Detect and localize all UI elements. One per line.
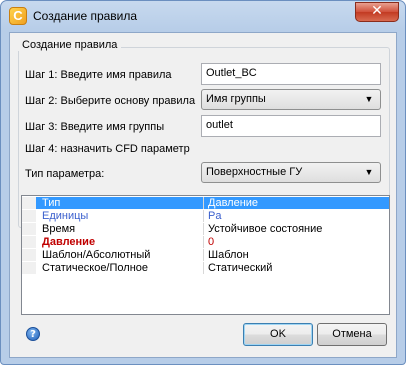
grid-row-pressure[interactable]: Давление 0 <box>22 236 389 248</box>
rule-basis-value: Имя группы <box>206 93 266 105</box>
grid-row-static[interactable]: Статическое/Полное Статический <box>22 262 389 274</box>
help-icon[interactable]: ? <box>26 327 40 341</box>
grid-cell-name: Статическое/Полное <box>36 262 204 274</box>
grid-row-time[interactable]: Время Устойчивое состояние <box>22 223 389 235</box>
param-type-label: Тип параметра: <box>25 168 105 180</box>
param-type-value: Поверхностные ГУ <box>206 166 303 178</box>
grid-cell-value[interactable]: Давление <box>205 197 389 209</box>
grid-row-template[interactable]: Шаблон/Абсолютный Шаблон <box>22 249 389 261</box>
step2-label: Шаг 2: Выберите основу правила <box>25 95 196 107</box>
grid-cell-name: Тип <box>36 197 204 209</box>
grid-cell-name: Шаблон/Абсолютный <box>36 249 204 261</box>
grid-cell-name: Давление <box>36 236 204 248</box>
param-type-select[interactable]: Поверхностные ГУ ▼ <box>201 162 381 183</box>
row-gutter <box>22 236 36 248</box>
app-icon: C <box>9 7 27 25</box>
close-button[interactable]: ✕ <box>355 2 399 22</box>
chevron-down-icon: ▼ <box>364 167 374 177</box>
row-gutter <box>22 210 36 222</box>
rule-name-input[interactable]: Outlet_BC <box>201 63 381 85</box>
cancel-button[interactable]: Отмена <box>317 323 387 346</box>
grid-row-type[interactable]: Тип Давление <box>22 197 389 209</box>
grid-cell-value[interactable]: Статический <box>205 262 389 274</box>
title-bar[interactable]: C Создание правила ✕ <box>1 1 405 31</box>
row-gutter <box>22 197 36 209</box>
row-gutter <box>22 223 36 235</box>
grid-cell-name: Единицы <box>36 210 204 222</box>
row-gutter <box>22 249 36 261</box>
dialog-window: C Создание правила ✕ Создание правила Ша… <box>0 0 406 365</box>
chevron-down-icon: ▼ <box>364 94 374 104</box>
grid-cell-value[interactable]: Шаблон <box>205 249 389 261</box>
ok-button[interactable]: OK <box>243 323 313 346</box>
grid-cell-value[interactable]: 0 <box>205 236 389 248</box>
property-grid[interactable]: Тип Давление Единицы Pa Время Устойчивое… <box>21 195 390 315</box>
dialog-client-area: Создание правила Шаг 1: Введите имя прав… <box>9 32 397 358</box>
step1-label: Шаг 1: Введите имя правила <box>25 69 172 81</box>
grid-cell-value[interactable]: Устойчивое состояние <box>205 223 389 235</box>
window-title: Создание правила <box>33 9 138 23</box>
row-gutter <box>22 262 36 274</box>
grid-cell-value[interactable]: Pa <box>205 210 389 222</box>
step4-label: Шаг 4: назначить CFD параметр <box>25 143 190 155</box>
grid-cell-name: Время <box>36 223 204 235</box>
step3-label: Шаг 3: Введите имя группы <box>25 121 165 133</box>
group-name-input[interactable]: outlet <box>201 115 381 137</box>
group-title: Создание правила <box>18 39 122 51</box>
rule-basis-select[interactable]: Имя группы ▼ <box>201 89 381 110</box>
grid-row-units[interactable]: Единицы Pa <box>22 210 389 222</box>
